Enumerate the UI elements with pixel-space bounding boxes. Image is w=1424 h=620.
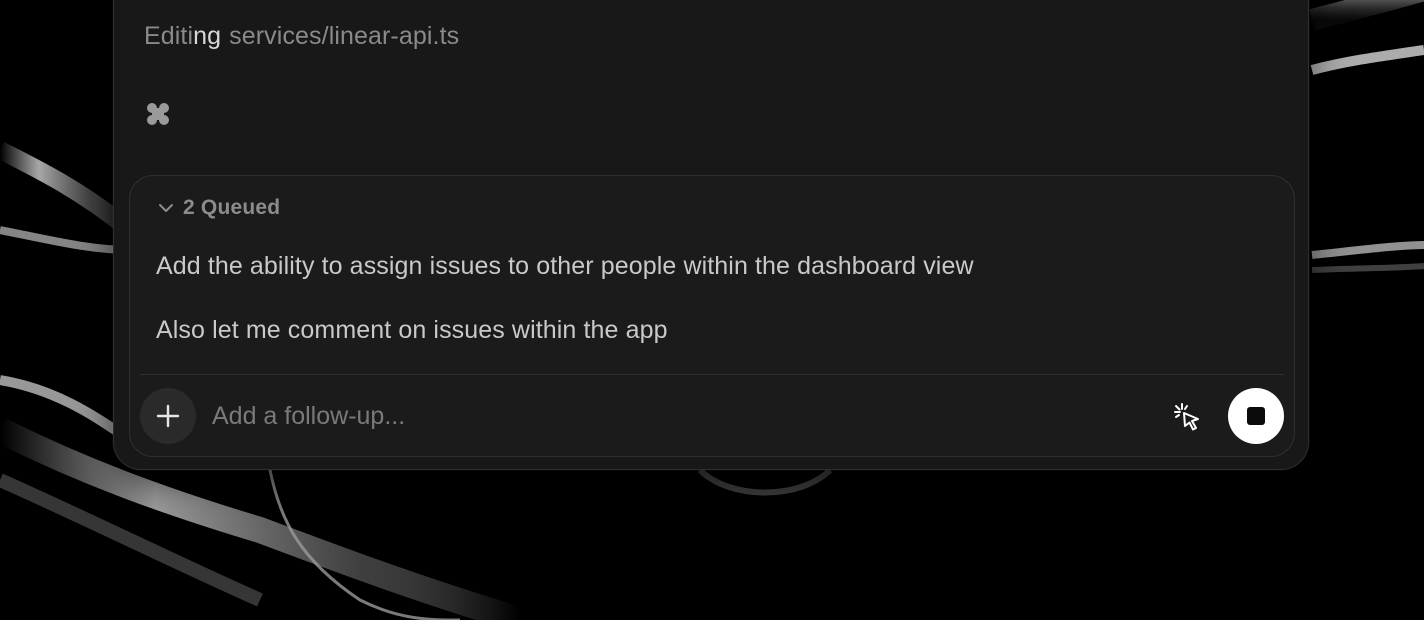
dots-spinner-icon [147,103,169,125]
queued-message[interactable]: Add the ability to assign issues to othe… [156,252,974,281]
stop-icon [1247,407,1265,425]
editing-status: Editing services/linear-api.ts [144,22,459,51]
cursor-click-icon [1174,403,1199,431]
queue-count-label: 2 Queued [183,196,281,219]
follow-up-input[interactable] [212,396,1112,436]
cursor-select-button[interactable] [1168,398,1206,436]
status-verb-highlight: ng [193,22,222,50]
stop-button[interactable] [1228,388,1284,444]
add-context-button[interactable] [140,388,196,444]
chevron-down-icon [159,204,173,212]
composer-divider [140,374,1284,375]
app-stage: Editing services/linear-api.ts 2 Queued A… [0,0,1424,620]
status-verb-dim: Editi [144,22,194,50]
queue-toggle[interactable]: 2 Queued [157,196,280,220]
plus-icon [156,404,180,428]
status-file-name: services/linear-api.ts [229,22,460,50]
queued-message[interactable]: Also let me comment on issues within the… [156,316,668,345]
